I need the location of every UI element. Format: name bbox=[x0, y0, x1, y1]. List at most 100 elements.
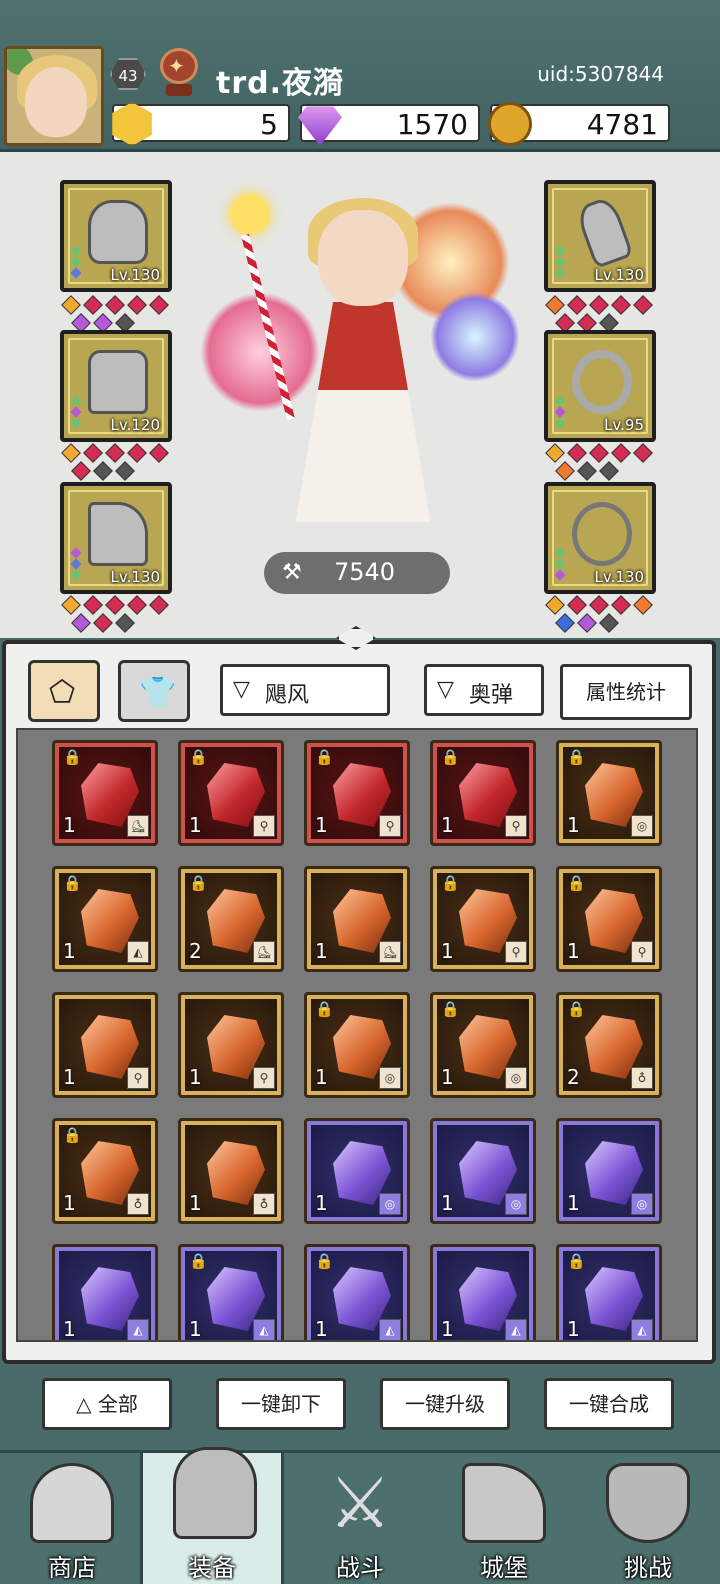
gem-count: 1 bbox=[63, 939, 76, 963]
diamond-icon bbox=[298, 106, 342, 146]
gem-count: 1 bbox=[189, 1317, 202, 1341]
inventory-gem-cell[interactable]: 1 ◎ bbox=[304, 1118, 410, 1224]
player-level-badge: 43 bbox=[110, 58, 146, 90]
gem-count: 1 bbox=[441, 1317, 454, 1341]
inventory-gem-cell[interactable]: 1 ◭ bbox=[52, 1244, 158, 1340]
trophy-icon[interactable]: ✦ bbox=[156, 48, 202, 98]
inventory-gem-cell[interactable]: 🔒 2 ⛸ bbox=[178, 866, 284, 972]
inventory-gem-cell[interactable]: 1 ◎ bbox=[556, 1118, 662, 1224]
lock-icon: 🔒 bbox=[189, 1252, 208, 1270]
inventory-gem-cell[interactable]: 🔒 1 ⚲ bbox=[304, 740, 410, 846]
coin-currency[interactable]: 4781 bbox=[488, 102, 670, 146]
tab-gems[interactable]: ⬠ bbox=[28, 660, 100, 722]
unequip-all-button[interactable]: 一键卸下 bbox=[216, 1378, 346, 1430]
filter-all-button[interactable]: △ 全部 bbox=[42, 1378, 172, 1430]
filter-label-2: 奥弹 bbox=[469, 683, 514, 708]
shop-house-icon bbox=[30, 1463, 114, 1543]
triangle-up-icon: △ bbox=[76, 1392, 98, 1416]
gem-count: 1 bbox=[441, 1191, 454, 1215]
triangle-down-icon: ▽ bbox=[437, 677, 454, 702]
player-avatar[interactable] bbox=[4, 46, 104, 146]
lock-icon: 🔒 bbox=[189, 748, 208, 766]
lock-icon: 🔒 bbox=[63, 748, 82, 766]
avatar-face bbox=[25, 67, 87, 137]
gold-currency[interactable]: 5 bbox=[112, 102, 290, 146]
inventory-gem-cell[interactable]: 1 ◭ bbox=[430, 1244, 536, 1341]
inventory-grid[interactable]: 🔒 1 ⛸ 🔒 1 ⚲ 🔒 1 ⚲ 🔒 1 ⚲ 🔒 1 ◎ 🔒 1 ◭ 🔒 2 ⛸ 1 ⛸ 🔒 1 ⚲ 🔒 1 ⚲ 1 ⚲ 1 ⚲ 🔒 1 ◎ 🔒 1 ◎ 🔒… bbox=[16, 728, 698, 1342]
inventory-gem-cell[interactable]: 1 ⛸ bbox=[304, 866, 410, 972]
inventory-gem-cell[interactable]: 🔒 1 ⚲ bbox=[556, 866, 662, 972]
player-uid: uid:5307844 bbox=[537, 62, 664, 86]
equip-slot-hood[interactable]: Lv.130 bbox=[60, 180, 172, 292]
filter-dropdown-1[interactable]: ▽ 飓风 bbox=[220, 664, 390, 716]
inventory-gem-cell[interactable]: 1 ⚲ bbox=[178, 992, 284, 1098]
inventory-gem-cell[interactable]: 🔒 1 ⚲ bbox=[178, 740, 284, 846]
shield-icon bbox=[606, 1463, 690, 1543]
inventory-gem-cell[interactable]: 🔒 1 ◭ bbox=[304, 1244, 410, 1341]
merge-all-button[interactable]: 一键合成 bbox=[544, 1378, 674, 1430]
inventory-gem-cell[interactable]: 🔒 1 ◎ bbox=[304, 992, 410, 1098]
inventory-gem-cell[interactable]: 1 ♁ bbox=[178, 1118, 284, 1224]
equip-slot-ring[interactable]: Lv.95 bbox=[544, 330, 656, 442]
equip-slot-cape[interactable]: Lv.120 bbox=[60, 330, 172, 442]
firework bbox=[430, 292, 520, 382]
gem-count: 1 bbox=[189, 813, 202, 837]
ring-slot-icon: ◎ bbox=[505, 1067, 527, 1089]
top-bar: 43 ✦ trd.夜漪 uid:5307844 5 1570 4781 bbox=[0, 0, 720, 152]
necklace-slot-icon: ♁ bbox=[253, 1193, 275, 1215]
inventory-gem-cell[interactable]: 🔒 1 ◭ bbox=[52, 866, 158, 972]
lock-icon: 🔒 bbox=[189, 874, 208, 892]
equip-slot-boots[interactable]: Lv.130 bbox=[60, 482, 172, 594]
socket-row-boots bbox=[61, 595, 174, 636]
boot-icon bbox=[88, 502, 148, 566]
gem-count: 1 bbox=[315, 1065, 328, 1089]
necklace-slot-icon: ♁ bbox=[631, 1067, 653, 1089]
wrench-icon: ⚒ bbox=[282, 560, 302, 585]
nav-equipment[interactable]: 装备 bbox=[140, 1447, 284, 1584]
upgrade-all-button[interactable]: 一键升级 bbox=[380, 1378, 510, 1430]
equip-slot-necklace[interactable]: Lv.130 bbox=[544, 482, 656, 594]
nav-castle[interactable]: 城堡 bbox=[432, 1453, 576, 1584]
staff-icon bbox=[574, 195, 634, 269]
inventory-gem-cell[interactable]: 🔒 1 ◭ bbox=[556, 1244, 662, 1340]
staff-sun-orb bbox=[230, 194, 270, 234]
inventory-gem-cell[interactable]: 1 ◎ bbox=[430, 1118, 536, 1224]
socket-indicators bbox=[70, 244, 88, 280]
hood-icon bbox=[88, 200, 148, 264]
equip-slot-staff[interactable]: Lv.130 bbox=[544, 180, 656, 292]
gem-count: 2 bbox=[567, 1065, 580, 1089]
inventory-gem-cell[interactable]: 🔒 1 ♁ bbox=[52, 1118, 158, 1224]
tab-equipment[interactable]: 👕 bbox=[118, 660, 190, 722]
nav-shop[interactable]: 商店 bbox=[0, 1453, 144, 1584]
inventory-gem-cell[interactable]: 🔒 1 ◭ bbox=[178, 1244, 284, 1341]
nav-battle[interactable]: ⚔ 战斗 bbox=[288, 1453, 432, 1584]
trophy-star-icon: ✦ bbox=[168, 54, 185, 78]
socket-indicators bbox=[554, 394, 572, 430]
slot-level: Lv.120 bbox=[110, 416, 160, 434]
inventory-gem-cell[interactable]: 1 ⚲ bbox=[52, 992, 158, 1098]
gem-currency[interactable]: 1570 bbox=[298, 104, 480, 146]
gem-count: 1 bbox=[315, 1317, 328, 1341]
ring-slot-icon: ◎ bbox=[505, 1193, 527, 1215]
combat-power-value: 7540 bbox=[334, 558, 396, 586]
nav-label: 战斗 bbox=[336, 1554, 384, 1582]
inventory-gem-cell[interactable]: 🔒 1 ⚲ bbox=[430, 866, 536, 972]
nav-challenge[interactable]: 挑战 bbox=[576, 1453, 720, 1584]
inventory-gem-cell[interactable]: 🔒 1 ◎ bbox=[556, 740, 662, 846]
inventory-gem-cell[interactable]: 🔒 2 ♁ bbox=[556, 992, 662, 1098]
gem-count: 1 bbox=[315, 813, 328, 837]
attribute-stats-button[interactable]: 属性统计 bbox=[560, 664, 692, 720]
gem-count: 1 bbox=[567, 813, 580, 837]
hero-face bbox=[318, 210, 408, 306]
filter-dropdown-2[interactable]: ▽ 奥弹 bbox=[424, 664, 544, 716]
inventory-gem-cell[interactable]: 🔒 1 ◎ bbox=[430, 992, 536, 1098]
lock-icon: 🔒 bbox=[567, 1252, 586, 1270]
inventory-gem-cell[interactable]: 🔒 1 ⚲ bbox=[430, 740, 536, 846]
inventory-gem-cell[interactable]: 🔒 1 ⛸ bbox=[52, 740, 158, 846]
ring-slot-icon: ◎ bbox=[379, 1193, 401, 1215]
ring-slot-icon: ◎ bbox=[379, 1067, 401, 1089]
nav-label: 商店 bbox=[48, 1554, 96, 1582]
staff-slot-icon: ⚲ bbox=[253, 1067, 275, 1089]
lock-icon: 🔒 bbox=[63, 874, 82, 892]
socket-indicators bbox=[70, 394, 88, 430]
